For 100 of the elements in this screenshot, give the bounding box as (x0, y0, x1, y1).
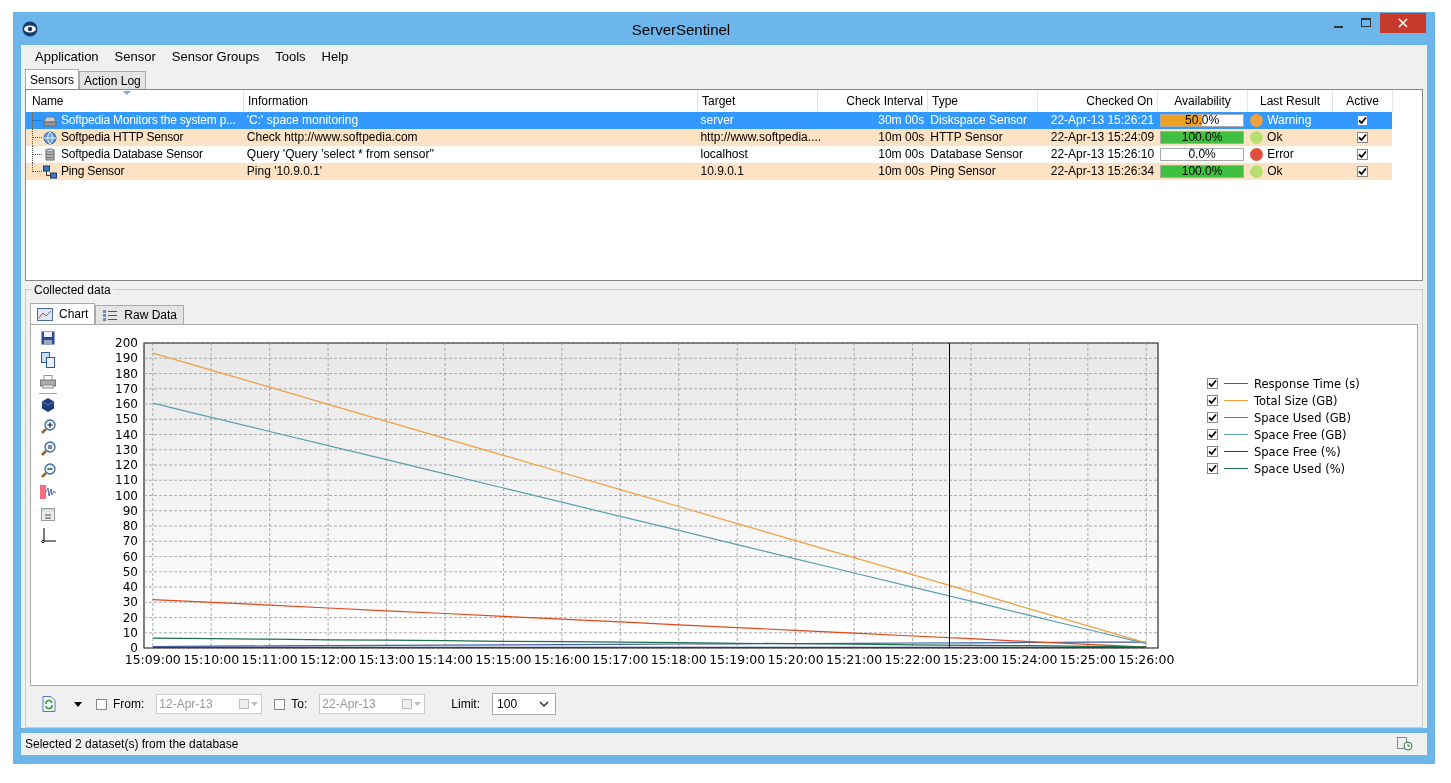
network-icon (43, 164, 57, 179)
axis-label: 160 (115, 397, 138, 411)
availability-bar: 100.0% (1160, 131, 1245, 144)
axis-label: 15:22:00 (884, 652, 941, 667)
table-cell: Error (1267, 146, 1294, 163)
menu-item[interactable]: Application (27, 48, 107, 64)
axes-icon[interactable] (40, 528, 56, 543)
menu-item[interactable]: Tools (267, 48, 314, 64)
checkbox[interactable] (1207, 446, 1218, 457)
checkbox[interactable] (1207, 378, 1218, 389)
table-cell-text: 'C:' space monitoring (245, 112, 360, 129)
menu-item[interactable]: Help (313, 48, 357, 64)
axis-label: 90 (122, 503, 138, 518)
field-label: To: (291, 697, 308, 711)
legend-label: Space Used (GB) (1254, 410, 1351, 425)
checkbox[interactable] (1207, 412, 1218, 423)
cursor-line[interactable] (948, 343, 950, 648)
chevron-down-icon (539, 701, 550, 707)
list-icon (102, 308, 119, 322)
calendar-icon[interactable] (41, 506, 55, 521)
globe-icon (43, 130, 57, 145)
axis-label: 15:21:00 (826, 652, 883, 667)
table-cell: Softpedia Monitors the system p... (61, 112, 236, 129)
table-cell: Softpedia HTTP Sensor (61, 129, 184, 146)
axis-label: 80 (122, 519, 138, 533)
table-cell: Ok (1267, 129, 1283, 146)
field-label: Limit: (451, 697, 481, 711)
table-cell-text: 10m 00s (877, 146, 926, 163)
group-title: Collected data (32, 283, 113, 297)
zoom-in-icon[interactable] (40, 419, 56, 434)
checkbox[interactable] (274, 698, 286, 710)
checkbox[interactable] (1356, 166, 1368, 177)
checkbox[interactable] (1207, 429, 1218, 440)
table-cell-text: 22-Apr-13 15:24:09 (1049, 129, 1156, 146)
axis-label: 70 (122, 534, 138, 549)
table-row[interactable]: Softpedia HTTP Sensor Check http://www.softpedia.com http://www.softpedia.... 10m 00s HTTP Sensor 22-Apr-13 15:24:09 100.0% Ok (26, 129, 1392, 146)
table-cell-text: localhost (699, 146, 749, 163)
tab[interactable]: Raw Data (95, 305, 185, 324)
legend-line (1224, 400, 1248, 401)
axis-label: 15:10:00 (183, 652, 240, 667)
table-cell-text: Diskspace Sensor (929, 112, 1028, 129)
menu-item[interactable]: Sensor (106, 48, 164, 64)
copy-icon[interactable] (41, 352, 55, 368)
axis-label: 15:16:00 (533, 652, 590, 667)
table-cell: Ping Sensor (61, 163, 125, 180)
table-cell-text: server (699, 112, 735, 129)
legend-line (1224, 468, 1248, 469)
window-title: ServerSentinel (630, 20, 732, 38)
axis-label: 120 (115, 458, 138, 472)
legend-line (1224, 451, 1248, 452)
database-icon (43, 147, 57, 162)
axis-label: 110 (115, 473, 138, 488)
limit-dropdown[interactable]: 100 (492, 693, 557, 715)
legend-label: Space Free (%) (1254, 444, 1341, 459)
table-cell-text: http://www.softpedia.... (699, 129, 818, 146)
zoom-out-icon[interactable] (40, 463, 56, 478)
table-cell-text: Database Sensor (929, 146, 1025, 163)
tab[interactable]: Chart (30, 303, 96, 324)
axis-label: 15:13:00 (358, 652, 415, 667)
tab[interactable]: Action Log (79, 71, 146, 89)
table-row[interactable]: Softpedia Monitors the system p... 'C:' space monitoring server 30m 00s Diskspace Sensor 22-Apr-13 15:26:21 50.0% Warning (26, 112, 1392, 129)
checkbox[interactable] (1356, 132, 1368, 143)
field-label: From: (113, 697, 145, 711)
drive-icon (43, 113, 57, 128)
table-cell-text: 10m 00s (877, 163, 926, 180)
table-cell: Ok (1267, 163, 1283, 180)
dropdown-arrow-icon[interactable] (74, 701, 82, 707)
checkbox[interactable] (1356, 115, 1368, 126)
table-cell: Warning (1267, 112, 1312, 129)
legend-label: Response Time (s) (1254, 376, 1360, 391)
axis-label: 60 (122, 549, 138, 564)
status-text: Selected 2 dataset(s) from the database (25, 737, 239, 751)
table-cell-text: Ping Sensor (929, 163, 997, 180)
save-icon[interactable] (41, 331, 55, 345)
cube-icon[interactable] (41, 398, 55, 412)
table-row[interactable]: Ping Sensor Ping '10.9.0.1' 10.9.0.1 10m 00s Ping Sensor 22-Apr-13 15:26:34 100.0% Ok (26, 163, 1392, 180)
printer-icon[interactable] (40, 375, 56, 389)
legend-label: Space Free (GB) (1254, 427, 1347, 442)
axis-label: 15:12:00 (300, 652, 357, 667)
checkbox[interactable] (96, 698, 107, 710)
table-cell-text: HTTP Sensor (929, 129, 1004, 146)
axis-label: 40 (122, 580, 138, 594)
legend-label: Total Size (GB) (1254, 393, 1338, 408)
chart-icon (37, 307, 53, 321)
close-button[interactable] (1380, 13, 1426, 33)
checkbox[interactable] (1207, 395, 1218, 406)
axis-label: 15:23:00 (942, 652, 1000, 667)
menu-item[interactable]: Sensor Groups (163, 48, 268, 64)
availability-bar: 0.0% (1160, 148, 1245, 161)
table-cell-text: Query 'Query 'select * from sensor'' (245, 146, 436, 163)
axis-label: 15:20:00 (767, 652, 824, 667)
axis-label: 140 (115, 427, 138, 442)
tab[interactable]: Sensors (25, 69, 80, 89)
zoom-reset-icon[interactable] (40, 441, 56, 456)
waveform-icon[interactable] (40, 485, 56, 499)
axis-label: 15:24:00 (1001, 652, 1058, 667)
checkbox[interactable] (1207, 463, 1218, 474)
table-cell-text: Ping '10.9.0.1' (245, 163, 324, 180)
checkbox[interactable] (1356, 149, 1368, 160)
refresh-icon[interactable] (42, 696, 56, 712)
